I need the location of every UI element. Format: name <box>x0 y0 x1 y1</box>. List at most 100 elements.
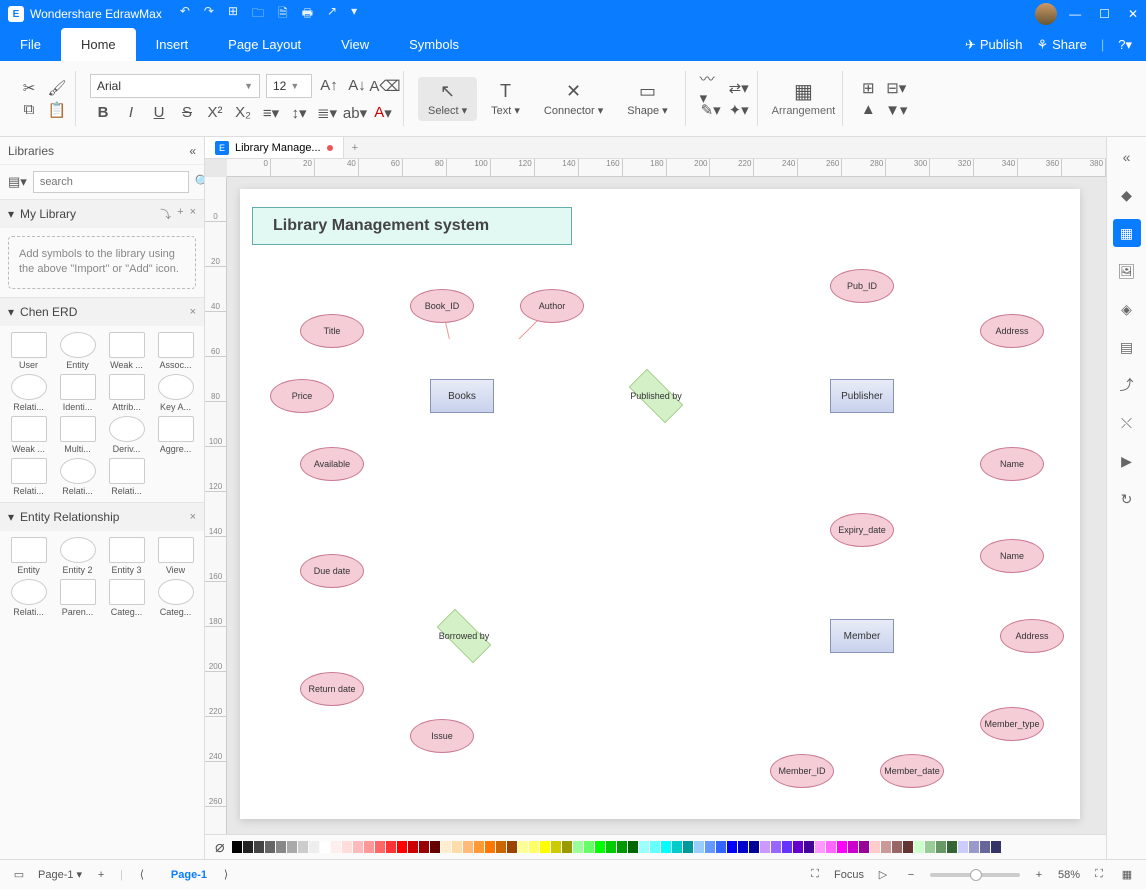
rail-present[interactable]: ▶ <box>1113 447 1141 475</box>
color-swatch[interactable] <box>254 841 264 853</box>
help-button[interactable]: ?▾ <box>1118 37 1132 53</box>
er-shape-1[interactable]: Entity 2 <box>55 537 100 575</box>
document-tab[interactable]: E Library Manage... <box>205 137 344 158</box>
import-icon[interactable]: ⤵ <box>160 206 171 222</box>
chen-shape-0[interactable]: User <box>6 332 51 370</box>
chen-shape-1[interactable]: Entity <box>55 332 100 370</box>
color-swatch[interactable] <box>375 841 385 853</box>
er-title[interactable]: Entity Relationship <box>20 510 119 524</box>
ungroup-icon[interactable]: ⊟▾ <box>885 77 907 99</box>
color-swatch[interactable] <box>782 841 792 853</box>
tool-text[interactable]: TText ▾ <box>481 77 530 121</box>
strike-icon[interactable]: S <box>176 102 198 124</box>
zoom-slider[interactable] <box>930 873 1020 877</box>
maximize-button[interactable]: ☐ <box>1099 7 1110 21</box>
format-painter-icon[interactable]: 🖌 <box>46 77 68 99</box>
color-swatch[interactable] <box>991 841 1001 853</box>
zoom-in-button[interactable]: + <box>1030 866 1048 884</box>
color-swatch[interactable] <box>419 841 429 853</box>
attr-11[interactable]: Member_type <box>980 707 1044 741</box>
color-swatch[interactable] <box>837 841 847 853</box>
color-swatch[interactable] <box>606 841 616 853</box>
attr-3[interactable]: Price <box>270 379 334 413</box>
er-shape-4[interactable]: Relati... <box>6 579 51 617</box>
color-swatch[interactable] <box>430 841 440 853</box>
color-swatch[interactable] <box>452 841 462 853</box>
page[interactable]: Library Management system BooksPublisher… <box>240 189 1080 819</box>
eyedropper-icon[interactable]: ⌀ <box>215 837 225 857</box>
user-avatar[interactable] <box>1035 3 1057 25</box>
underline-icon[interactable]: U <box>148 102 170 124</box>
qat-button-4[interactable]: 🗎 <box>278 4 288 25</box>
paste-icon[interactable]: 📋 <box>46 99 68 121</box>
chen-shape-4[interactable]: Relati... <box>6 374 51 412</box>
chen-shape-5[interactable]: Identi... <box>55 374 100 412</box>
color-swatch[interactable] <box>760 841 770 853</box>
rail-export[interactable]: ⤴ <box>1113 371 1141 399</box>
subscript-icon[interactable]: X₂ <box>232 102 254 124</box>
qat-button-1[interactable]: ↷ <box>204 4 214 25</box>
attr-8[interactable]: Expiry_date <box>830 513 894 547</box>
color-swatch[interactable] <box>276 841 286 853</box>
fullscreen-icon[interactable]: ⛶ <box>1090 866 1108 884</box>
color-swatch[interactable] <box>881 841 891 853</box>
clear-format-icon[interactable]: A⌫ <box>374 75 396 97</box>
color-swatch[interactable] <box>441 841 451 853</box>
color-swatch[interactable] <box>364 841 374 853</box>
color-swatch[interactable] <box>518 841 528 853</box>
outline-icon[interactable]: ▭ <box>10 866 28 884</box>
add-icon[interactable]: + <box>177 206 183 222</box>
prev-page-icon[interactable]: ⟨ <box>133 866 151 884</box>
group-icon[interactable]: ⊞ <box>857 77 879 99</box>
color-swatch[interactable] <box>562 841 572 853</box>
close-button[interactable]: ✕ <box>1128 7 1138 21</box>
color-swatch[interactable] <box>738 841 748 853</box>
relation-published-by[interactable]: Published by <box>620 378 692 414</box>
color-swatch[interactable] <box>265 841 275 853</box>
color-swatch[interactable] <box>617 841 627 853</box>
attr-10[interactable]: Address <box>1000 619 1064 653</box>
entity-books[interactable]: Books <box>430 379 494 413</box>
color-swatch[interactable] <box>573 841 583 853</box>
attr-9[interactable]: Name <box>980 539 1044 573</box>
attr-1[interactable]: Book_ID <box>410 289 474 323</box>
chen-shape-3[interactable]: Assoc... <box>153 332 198 370</box>
rail-shuffle[interactable]: ⤬ <box>1113 409 1141 437</box>
rail-page[interactable]: ▤ <box>1113 333 1141 361</box>
collapse-left-icon[interactable]: « <box>189 144 196 158</box>
qat-button-5[interactable]: 🖶 <box>302 4 313 25</box>
close-chen-icon[interactable]: × <box>190 306 196 318</box>
qat-button-7[interactable]: ▾ <box>351 4 357 25</box>
share-button[interactable]: ⚘ Share <box>1036 37 1086 53</box>
color-swatch[interactable] <box>969 841 979 853</box>
qat-button-6[interactable]: ↗ <box>327 4 337 25</box>
close-mylib-icon[interactable]: × <box>190 206 196 222</box>
rail-fill[interactable]: ◆ <box>1113 181 1141 209</box>
add-page-button[interactable]: + <box>92 866 110 884</box>
color-swatch[interactable] <box>947 841 957 853</box>
font-size-combo[interactable]: 12▼ <box>266 74 312 98</box>
chen-shape-9[interactable]: Multi... <box>55 416 100 454</box>
er-shape-7[interactable]: Categ... <box>153 579 198 617</box>
tool-shape[interactable]: ▭Shape ▾ <box>617 77 677 121</box>
color-swatch[interactable] <box>683 841 693 853</box>
color-swatch[interactable] <box>705 841 715 853</box>
bullets-icon[interactable]: ≡▾ <box>260 102 282 124</box>
rail-qr[interactable]: ▦ <box>1113 219 1141 247</box>
color-swatch[interactable] <box>650 841 660 853</box>
entity-member[interactable]: Member <box>830 619 894 653</box>
er-shape-2[interactable]: Entity 3 <box>104 537 149 575</box>
menu-page-layout[interactable]: Page Layout <box>208 28 321 61</box>
er-shape-3[interactable]: View <box>153 537 198 575</box>
er-shape-5[interactable]: Paren... <box>55 579 100 617</box>
color-swatch[interactable] <box>661 841 671 853</box>
color-swatch[interactable] <box>859 841 869 853</box>
font-name-combo[interactable]: Arial▼ <box>90 74 260 98</box>
color-swatch[interactable] <box>287 841 297 853</box>
rail-image[interactable]: 🖼 <box>1113 257 1141 285</box>
fit-icon[interactable]: ⛶ <box>806 866 824 884</box>
color-swatch[interactable] <box>727 841 737 853</box>
color-swatch[interactable] <box>672 841 682 853</box>
chen-shape-14[interactable]: Relati... <box>104 458 149 496</box>
chen-shape-11[interactable]: Aggre... <box>153 416 198 454</box>
